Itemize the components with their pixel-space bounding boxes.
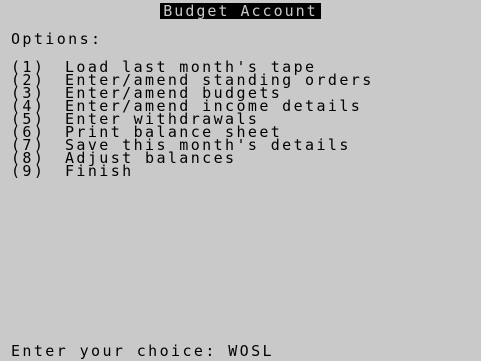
title-bar: Budget Account bbox=[0, 3, 481, 19]
menu-item-number: (9) bbox=[11, 162, 46, 180]
menu-item-label: Finish bbox=[65, 162, 134, 180]
options-menu: (1) Load last month's tape (2) Enter/ame… bbox=[11, 60, 374, 180]
terminal-screen: Budget Account Options: (1) Load last mo… bbox=[0, 0, 481, 361]
options-heading: Options: bbox=[11, 30, 103, 48]
choice-prompt: Enter your choice: WOSL bbox=[11, 343, 274, 359]
choice-prompt-label: Enter your choice: bbox=[11, 342, 217, 360]
choice-input[interactable]: WOSL bbox=[228, 342, 274, 360]
page-title: Budget Account bbox=[160, 3, 321, 19]
